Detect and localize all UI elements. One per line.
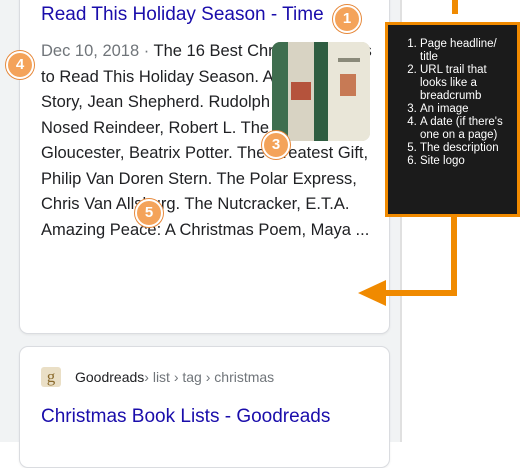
annotation-badge-4: 4 (6, 51, 34, 79)
thumb-title-mark-image (338, 58, 360, 62)
annotation-badge-3: 3 (262, 131, 290, 159)
result-breadcrumb: › list › tag › christmas (144, 369, 275, 385)
goodreads-favicon-icon: g (41, 367, 61, 387)
legend-item-2: URL trail that looks like a breadcrumb (420, 64, 511, 103)
annotation-badge-5: 5 (135, 199, 163, 227)
thumb-book-left-image (288, 42, 314, 141)
result-site-row[interactable]: g Goodreads › list › tag › christmas (41, 367, 274, 387)
result-title-link[interactable]: Christmas Book Lists - Goodreads (41, 406, 330, 428)
thumb-divider-image (314, 42, 328, 141)
search-result-card-time: The 16 Best Christmas Books to Read This… (19, 0, 390, 334)
annotation-legend-box: Page headline/ title URL trail that look… (385, 22, 520, 217)
result-site-name: Goodreads (75, 369, 145, 385)
date-separator: · (139, 42, 154, 60)
annotation-connector-down (451, 217, 457, 296)
result-title-link[interactable]: The 16 Best Christmas Books to Read This… (41, 0, 361, 26)
legend-item-6: Site logo (420, 155, 511, 168)
thumb-illustration-image (291, 82, 311, 100)
annotation-connector-top (452, 0, 458, 14)
result-date: Dec 10, 2018 (41, 42, 140, 60)
legend-item-3: An image (420, 103, 511, 116)
annotation-connector-left (384, 290, 457, 296)
legend-item-4: A date (if there's one on a page) (420, 116, 511, 142)
legend-item-1: Page headline/ title (420, 38, 511, 64)
search-result-card-goodreads: g Goodreads › list › tag › christmas Chr… (19, 346, 390, 468)
legend-item-5: The description (420, 142, 511, 155)
thumb-spine-image (272, 42, 288, 141)
result-thumbnail-image[interactable] (272, 42, 370, 141)
annotation-arrowhead-icon (358, 280, 386, 306)
annotation-badge-1: 1 (333, 5, 361, 33)
thumb-book-right-image (328, 42, 370, 141)
thumb-cover-art-image (340, 74, 356, 96)
